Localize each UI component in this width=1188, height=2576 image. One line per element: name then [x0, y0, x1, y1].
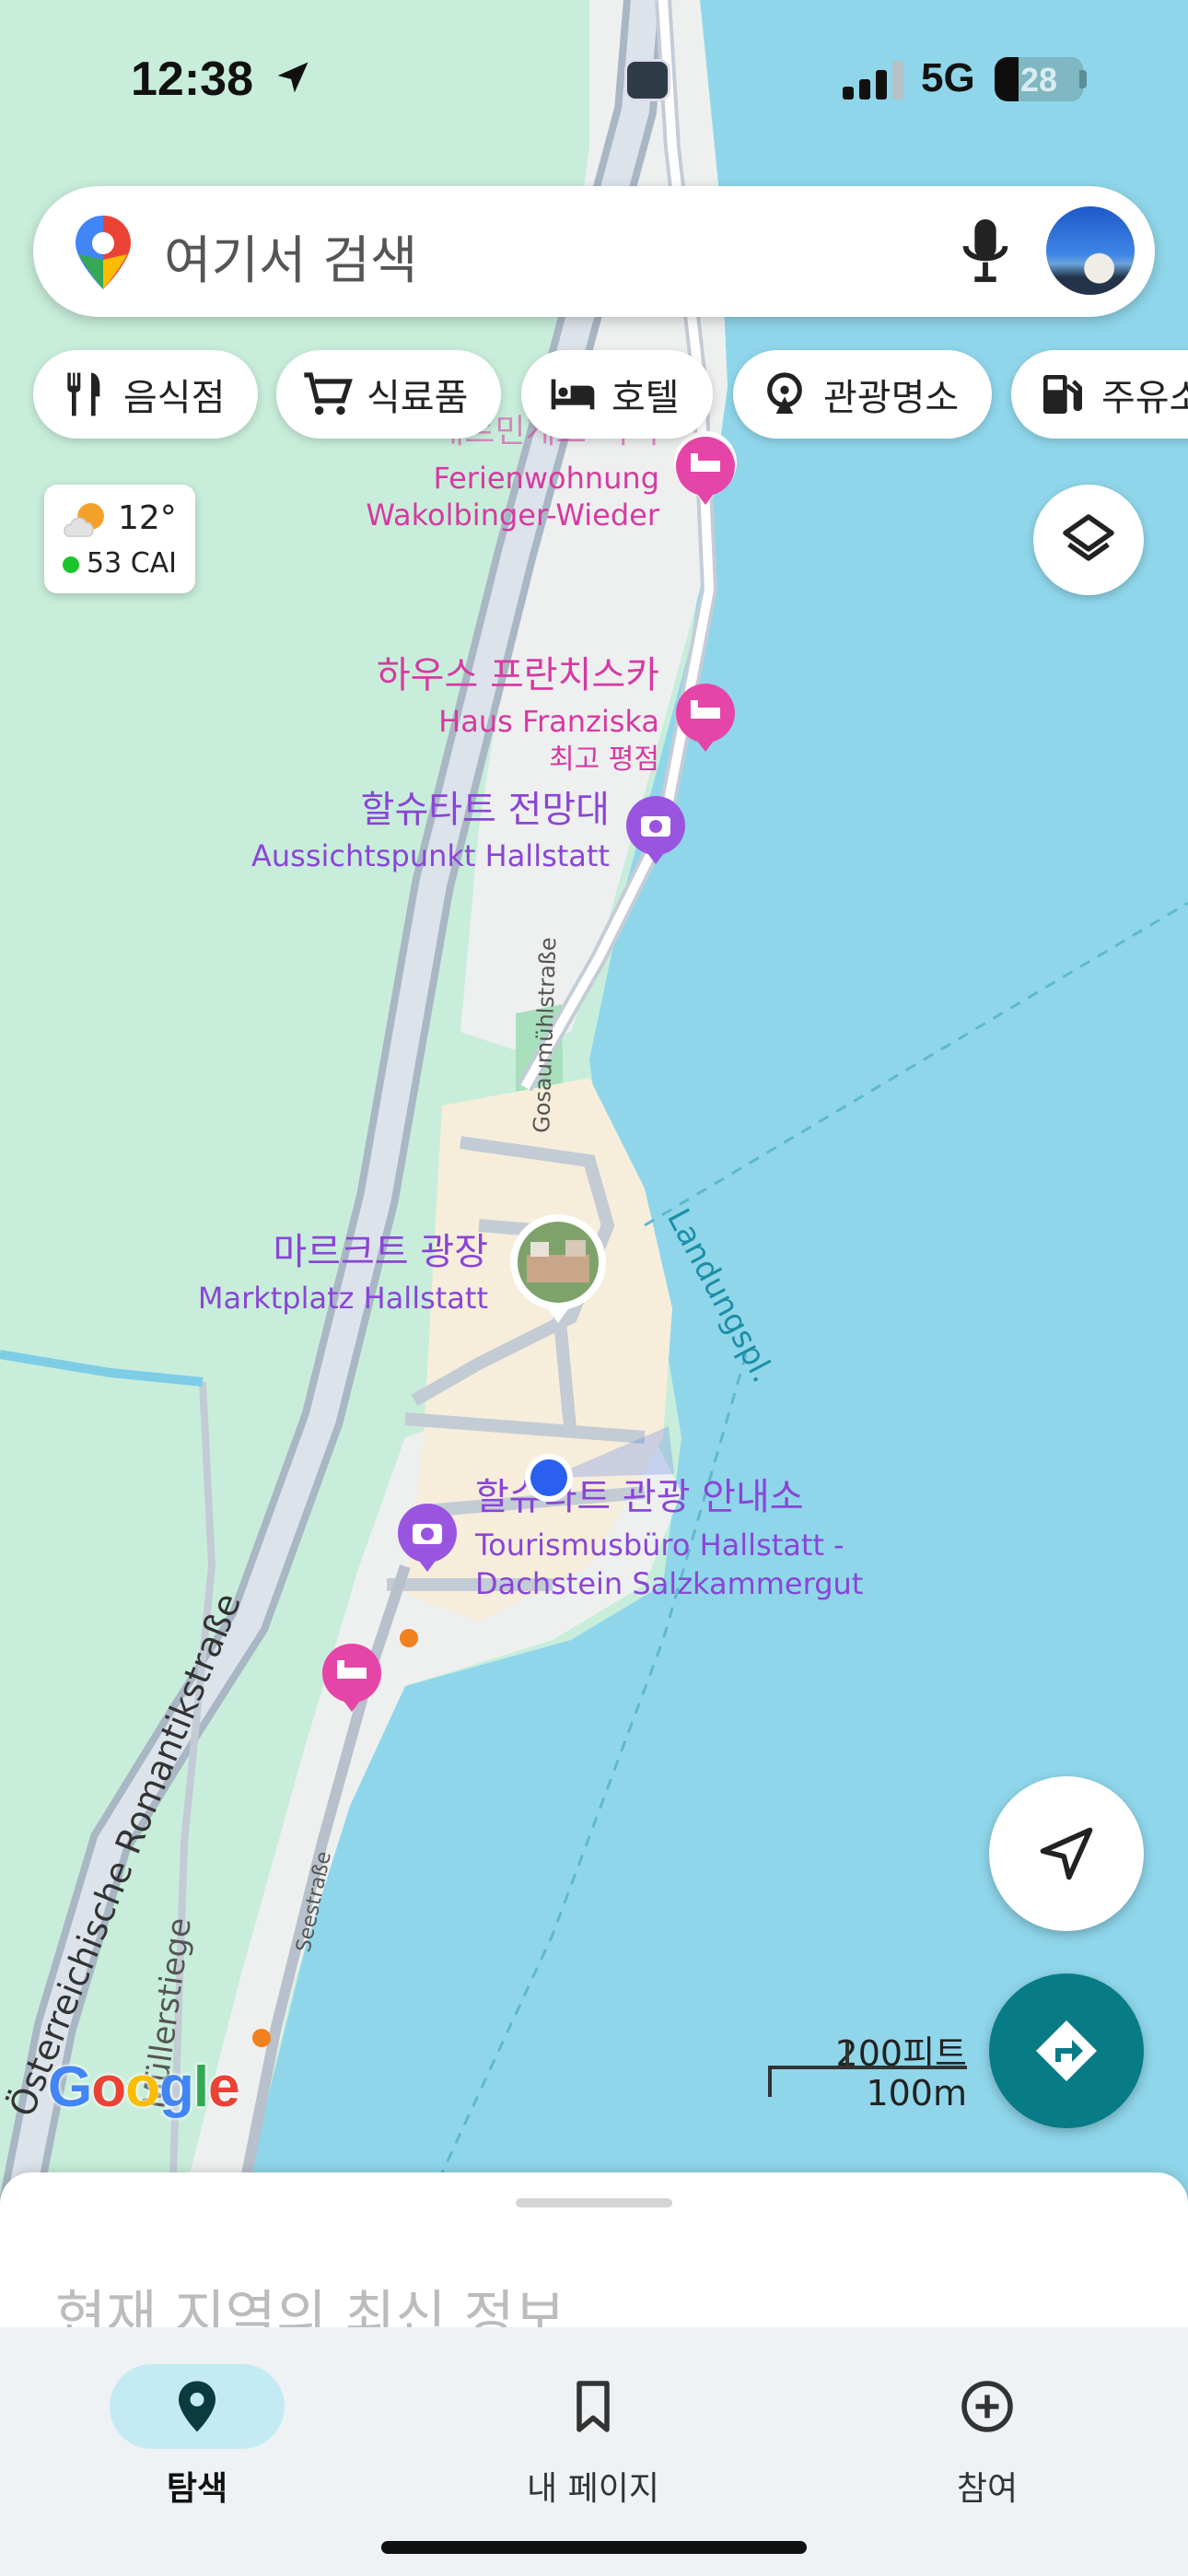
nav-contribute[interactable]: 참여	[877, 2346, 1098, 2512]
logo-letter: e	[208, 2055, 239, 2119]
logo-letter: o	[91, 2055, 126, 2119]
scale-tick	[768, 2066, 772, 2097]
scale-meters: 100m	[866, 2073, 967, 2113]
search-input[interactable]: 여기서 검색	[164, 219, 417, 294]
nav-saved-highlight	[506, 2364, 681, 2449]
directions-button[interactable]	[989, 1973, 1144, 2128]
place-label-viewpoint: Aussichtspunkt Hallstatt	[251, 838, 610, 873]
place-label-haus-franziska: Haus Franziska	[438, 704, 659, 739]
small-poi-dot	[252, 2029, 271, 2047]
attraction-icon	[767, 372, 802, 414]
status-time: 12:38	[131, 53, 253, 106]
place-label-ferienwohnung-1: Ferienwohnung	[433, 461, 659, 496]
status-bar: 12:38 5G 28	[0, 0, 1188, 166]
nav-label: 내 페이지	[527, 2470, 659, 2508]
chip-label: 주유소	[1101, 377, 1188, 419]
nav-contribute-highlight	[900, 2364, 1075, 2449]
microphone-icon[interactable]	[958, 219, 1013, 284]
restaurant-icon	[67, 372, 100, 416]
category-chips: 음식점 식료품 호텔 관광명소 주유소	[33, 350, 1188, 439]
add-circle-icon	[961, 2381, 1013, 2432]
air-quality-indicator	[63, 556, 79, 573]
partly-cloudy-icon	[64, 503, 104, 537]
chip-label: 식료품	[367, 377, 469, 419]
cart-icon	[304, 372, 353, 416]
signal-icon	[843, 61, 903, 100]
bookmark-icon	[577, 2381, 610, 2432]
gas-station-icon	[1043, 375, 1082, 414]
chip-gas-stations[interactable]: 주유소	[1011, 350, 1188, 439]
nav-label: 참여	[956, 2470, 1019, 2508]
battery-icon: 28	[995, 57, 1083, 101]
logo-letter: o	[125, 2055, 160, 2119]
bottom-navigation: 탐색 내 페이지 참여	[0, 2327, 1188, 2576]
nav-saved[interactable]: 내 페이지	[483, 2346, 704, 2512]
chip-attractions[interactable]: 관광명소	[733, 350, 993, 439]
place-label-tourist-office-2: Dachstein Salzkammergut	[475, 1566, 863, 1601]
place-label-haus-franziska-ko: 하우스 프란치스카	[377, 654, 659, 697]
battery-tip	[1079, 70, 1087, 88]
weather-widget[interactable]: 12° 53 CAI	[44, 485, 195, 593]
chip-label: 관광명소	[823, 377, 960, 419]
scale-bar	[768, 2066, 967, 2069]
bed-icon	[551, 379, 595, 410]
nav-explore[interactable]: 탐색	[87, 2346, 308, 2512]
layers-button[interactable]	[1033, 485, 1144, 595]
home-indicator[interactable]	[381, 2541, 807, 2554]
chip-label: 호텔	[611, 377, 680, 419]
bus-icon	[624, 59, 670, 101]
chip-groceries[interactable]: 식료품	[276, 350, 502, 439]
layers-icon	[1063, 514, 1114, 561]
explore-pin-icon	[179, 2381, 215, 2432]
chip-label: 음식점	[123, 377, 226, 419]
chip-restaurants[interactable]: 음식점	[33, 350, 259, 439]
directions-icon	[1036, 2020, 1097, 2081]
chip-hotels[interactable]: 호텔	[521, 350, 713, 439]
navigation-arrow-icon	[1040, 1827, 1093, 1880]
weather-temperature: 12°	[118, 499, 177, 537]
logo-letter: l	[192, 2055, 209, 2119]
nav-label: 탐색	[166, 2470, 228, 2508]
google-maps-pin-icon	[76, 216, 131, 289]
logo-letter: g	[158, 2055, 194, 2119]
sheet-drag-handle[interactable]	[516, 2198, 672, 2207]
place-label-marktplatz: Marktplatz Hallstatt	[198, 1281, 488, 1316]
scale-tick	[845, 2042, 849, 2069]
my-location-button[interactable]	[989, 1776, 1144, 1931]
network-type: 5G	[921, 55, 975, 100]
place-label-ferienwohnung-2: Wakolbinger-Wieder	[366, 498, 659, 533]
air-quality-value: 53 CAI	[87, 547, 178, 580]
place-label-marktplatz-ko: 마르크트 광장	[273, 1231, 488, 1273]
profile-avatar[interactable]	[1046, 206, 1135, 295]
small-poi-dot	[400, 1629, 418, 1647]
nav-explore-highlight	[110, 2364, 285, 2449]
map-scale: 200피트 100m	[768, 2025, 967, 2117]
search-bar[interactable]: 여기서 검색	[33, 186, 1155, 317]
place-label-tourist-office-1: Tourismusbüro Hallstatt -	[474, 1528, 844, 1563]
place-label-haus-franziska-badge: 최고 평점	[549, 744, 659, 776]
place-label-tourist-office-ko: 할슈타트 관광 안내소	[475, 1476, 804, 1518]
place-label-viewpoint-ko: 할슈타트 전망대	[361, 789, 610, 831]
google-logo: Google	[48, 2055, 240, 2120]
battery-level: 28	[1019, 61, 1058, 99]
location-arrow-icon	[277, 62, 309, 93]
logo-letter: G	[48, 2055, 92, 2119]
